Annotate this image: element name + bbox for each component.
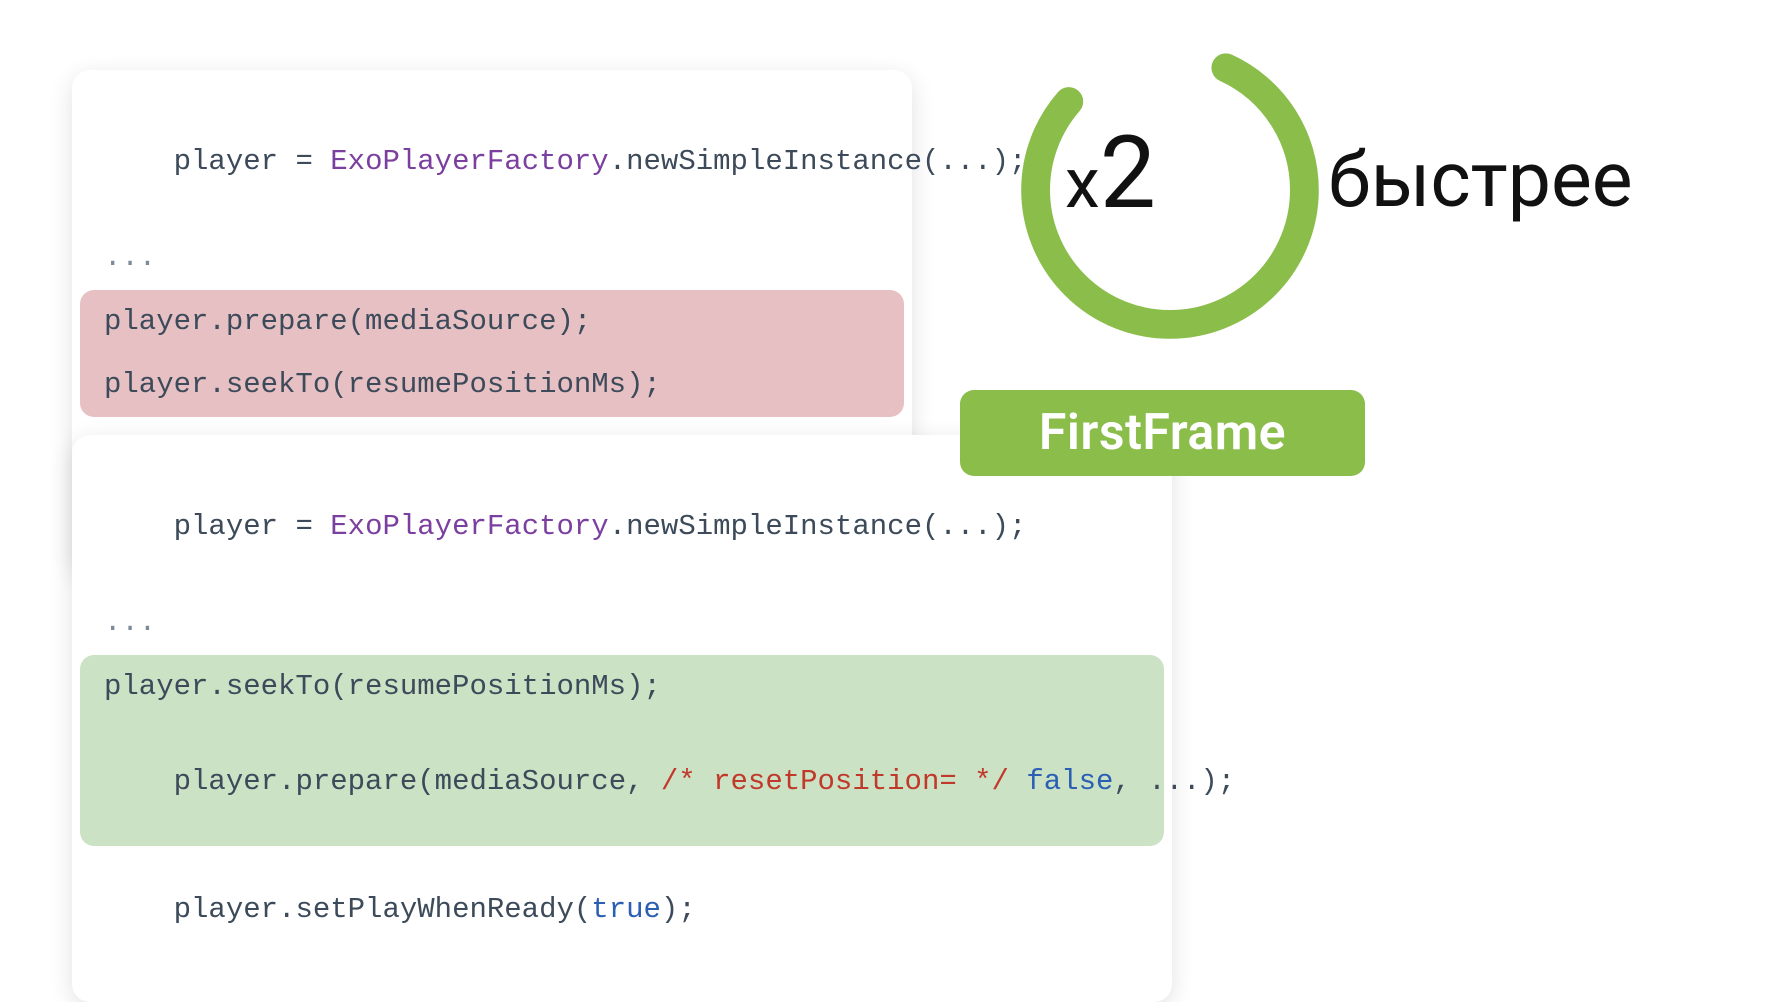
code-token [1009, 765, 1026, 798]
code-line-highlighted-bad: player.seekTo(resumePositionMs); [80, 353, 904, 417]
code-token: player = [174, 145, 331, 178]
code-token: player = [174, 510, 331, 543]
code-token: true [591, 893, 661, 926]
code-token: false [1026, 765, 1113, 798]
code-line: player = ExoPlayerFactory.newSimpleInsta… [72, 98, 912, 226]
multiplier-value: 2 [1100, 115, 1156, 232]
code-line: player = ExoPlayerFactory.newSimpleInsta… [72, 463, 1172, 591]
code-line-highlighted-good: player.seekTo(resumePositionMs); [80, 655, 1164, 719]
code-token: , ...); [1113, 765, 1235, 798]
code-token: ExoPlayerFactory [330, 510, 608, 543]
code-line-highlighted-bad: player.prepare(mediaSource); [80, 290, 904, 354]
code-line-highlighted-good: player.prepare(mediaSource, /* resetPosi… [80, 718, 1164, 846]
code-token: ); [661, 893, 696, 926]
code-token: player.setPlayWhenReady( [174, 893, 592, 926]
code-token: player.prepare(mediaSource, [174, 765, 661, 798]
code-token: ExoPlayerFactory [330, 145, 608, 178]
speed-label: быстрее [1320, 135, 1641, 225]
multiplier-prefix: x [1065, 143, 1100, 225]
code-token: .newSimpleInstance(...); [609, 145, 1027, 178]
code-line: ... [72, 591, 1172, 655]
code-block-after: player = ExoPlayerFactory.newSimpleInsta… [72, 435, 1172, 1002]
firstframe-badge: FirstFrame [960, 390, 1365, 476]
speed-ring-icon [1010, 30, 1330, 350]
code-line: player.setPlayWhenReady(true); [72, 846, 1172, 974]
code-line: ... [72, 226, 912, 290]
code-token: /* resetPosition= */ [661, 765, 1009, 798]
speed-multiplier: x2 [1065, 115, 1156, 232]
code-token: .newSimpleInstance(...); [609, 510, 1027, 543]
badge-text: FirstFrame [1039, 404, 1286, 462]
